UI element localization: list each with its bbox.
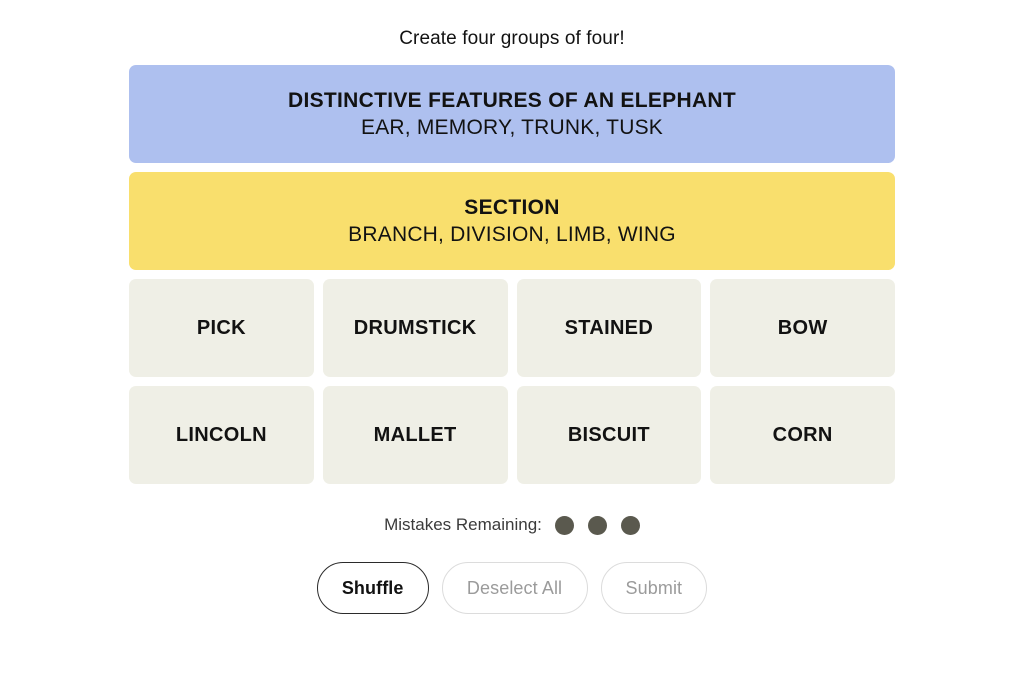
- word-tile[interactable]: DRUMSTICK: [322, 279, 508, 377]
- solved-group-row: DISTINCTIVE FEATURES OF AN ELEPHANT EAR,…: [129, 65, 895, 163]
- deselect-all-button[interactable]: Deselect All: [441, 562, 588, 614]
- mistake-dot: [554, 515, 574, 535]
- solved-group-title: DISTINCTIVE FEATURES OF AN ELEPHANT: [287, 88, 736, 112]
- mistakes-label: Mistakes Remaining:: [384, 515, 542, 534]
- word-tile[interactable]: BISCUIT: [516, 386, 702, 484]
- mistake-dot: [620, 515, 640, 535]
- mistake-dot: [587, 515, 607, 535]
- word-tile[interactable]: PICK: [129, 279, 314, 377]
- instruction-text: Create four groups of four!: [399, 28, 625, 49]
- submit-button[interactable]: Submit: [600, 562, 708, 614]
- tile-row: PICK DRUMSTICK STAINED BOW: [129, 279, 895, 377]
- mistake-dots: [554, 515, 640, 535]
- solved-group-row: SECTION BRANCH, DIVISION, LIMB, WING: [129, 172, 895, 270]
- word-tile[interactable]: LINCOLN: [129, 386, 314, 484]
- tile-row: LINCOLN MALLET BISCUIT CORN: [129, 386, 895, 484]
- word-tile[interactable]: STAINED: [516, 279, 702, 377]
- solved-group-words: EAR, MEMORY, TRUNK, TUSK: [361, 115, 663, 139]
- connections-game: Create four groups of four! DISTINCTIVE …: [0, 0, 1024, 677]
- puzzle-board: DISTINCTIVE FEATURES OF AN ELEPHANT EAR,…: [129, 65, 895, 484]
- shuffle-button[interactable]: Shuffle: [316, 562, 429, 614]
- solved-group-title: SECTION: [464, 195, 560, 219]
- word-tile[interactable]: MALLET: [322, 386, 508, 484]
- word-tile[interactable]: CORN: [710, 386, 895, 484]
- control-buttons: Shuffle Deselect All Submit: [316, 562, 708, 614]
- word-tile[interactable]: BOW: [710, 279, 895, 377]
- mistakes-remaining: Mistakes Remaining:: [384, 515, 640, 535]
- solved-group-words: BRANCH, DIVISION, LIMB, WING: [348, 222, 676, 246]
